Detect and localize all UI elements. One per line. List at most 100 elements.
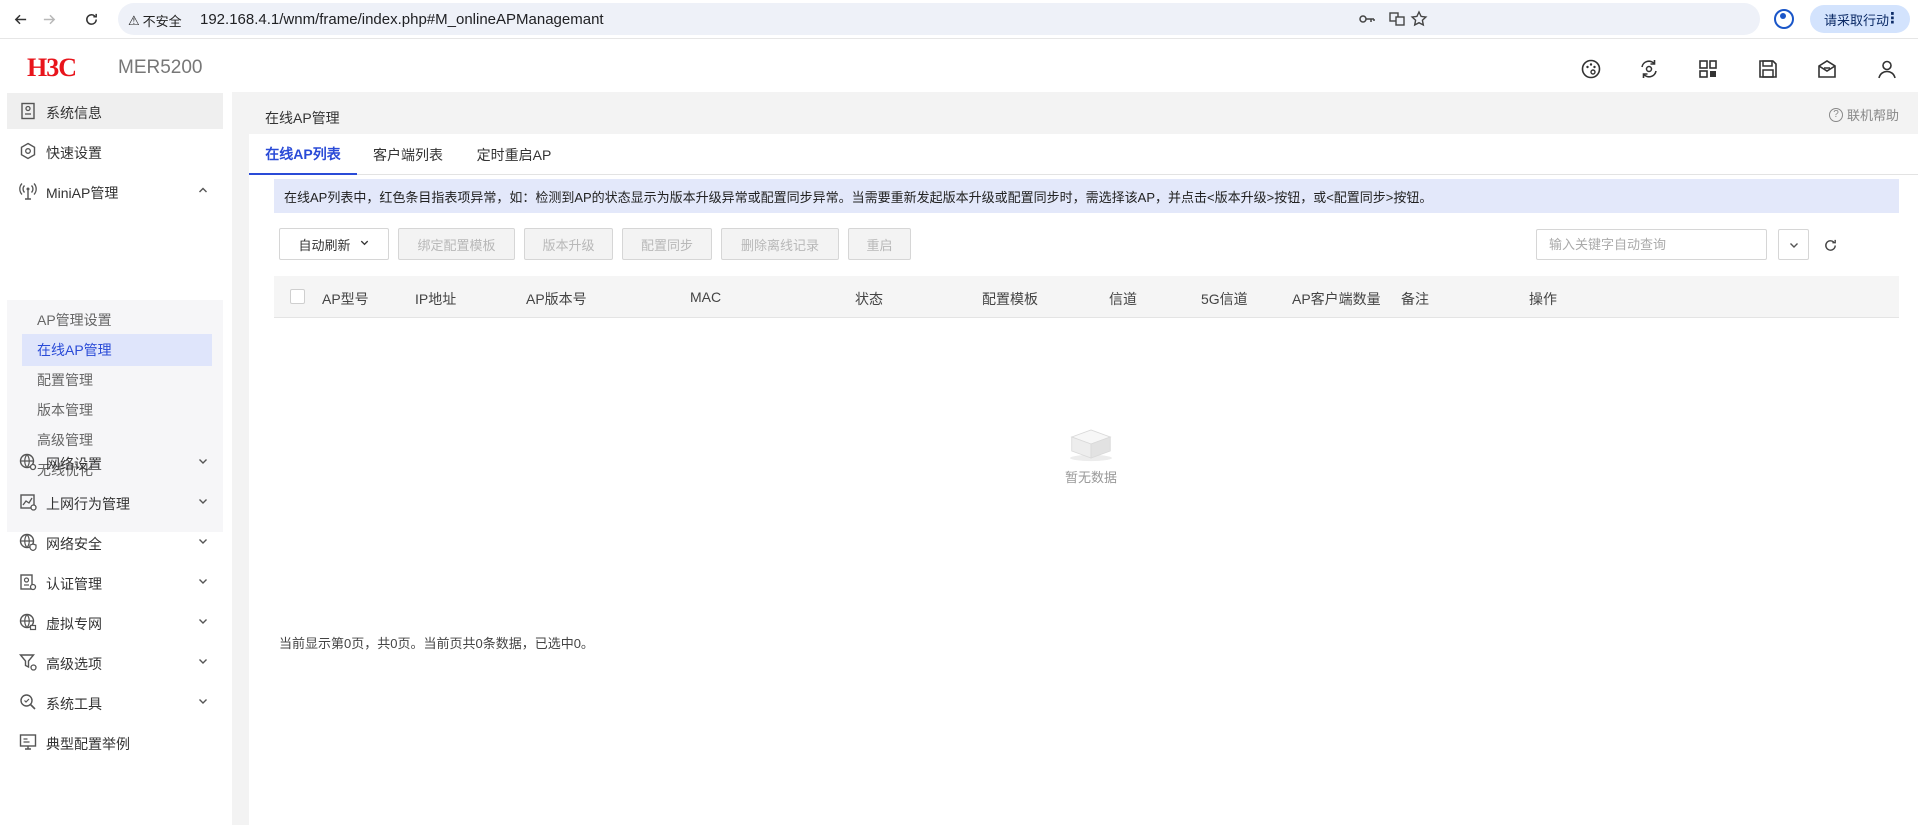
device-model: MER5200 xyxy=(118,57,203,78)
filter-settings-icon xyxy=(19,653,37,671)
palette-icon[interactable] xyxy=(1580,58,1602,80)
sidebar-item-label: 快速设置 xyxy=(46,145,102,161)
tab-client-list[interactable]: 客户端列表 xyxy=(357,134,459,175)
app-header: H3C MER5200 xyxy=(0,38,1918,92)
sidebar-item-label: 网络设置 xyxy=(46,456,102,472)
globe-settings-icon xyxy=(19,453,37,471)
submenu-item-online-ap[interactable]: 在线AP管理 xyxy=(22,334,212,366)
save-icon[interactable] xyxy=(1757,58,1779,80)
security-indicator[interactable]: ⚠ 不安全 xyxy=(128,11,182,30)
translate-icon[interactable] xyxy=(1388,10,1406,28)
layout-grid-icon[interactable] xyxy=(1697,58,1719,80)
search-input[interactable] xyxy=(1536,229,1767,260)
sidebar-item-label: 虚拟专网 xyxy=(46,616,102,632)
sidebar-item-behavior-management[interactable]: 上网行为管理 xyxy=(7,484,223,520)
sidebar-menu: 系统信息 快速设置 MiniAP管理 AP管理设置 在线AP管理 配置管理 版本… xyxy=(0,92,230,825)
sidebar-item-quick-setup[interactable]: 快速设置 xyxy=(7,133,223,169)
chevron-up-icon xyxy=(197,183,209,195)
sidebar-item-advanced-options[interactable]: 高级选项 xyxy=(7,644,223,680)
behavior-chart-icon xyxy=(19,493,37,511)
auto-refresh-button[interactable]: 自动刷新 xyxy=(279,228,389,260)
delete-offline-records-button[interactable]: 删除离线记录 xyxy=(721,228,839,260)
notice-banner: 在线AP列表中，红色条目指表项异常，如：检测到AP的状态显示为版本升级异常或配置… xyxy=(274,179,1899,213)
security-label: 不安全 xyxy=(142,14,182,29)
forward-arrow-icon[interactable] xyxy=(38,8,60,30)
chevron-down-icon xyxy=(197,694,209,706)
column-header[interactable]: 信道 xyxy=(1109,289,1137,309)
globe-lock-icon xyxy=(19,613,37,631)
sidebar-item-label: MiniAP管理 xyxy=(46,185,119,201)
sidebar-item-label: 高级选项 xyxy=(46,656,102,672)
sidebar-item-label: 上网行为管理 xyxy=(46,496,130,512)
sidebar-item-system-info[interactable]: 系统信息 xyxy=(7,93,223,129)
column-header[interactable]: 5G信道 xyxy=(1201,289,1248,309)
column-header[interactable]: AP客户端数量 xyxy=(1292,289,1381,309)
config-sync-button[interactable]: 配置同步 xyxy=(622,228,712,260)
url-text[interactable]: 192.168.4.1/wnm/frame/index.php#M_online… xyxy=(200,11,604,28)
online-help-link[interactable]: ? 联机帮助 xyxy=(1829,105,1899,124)
message-box-icon[interactable] xyxy=(1816,58,1838,80)
refresh-icon[interactable] xyxy=(1823,238,1838,253)
restart-button[interactable]: 重启 xyxy=(848,228,911,260)
column-header[interactable]: AP版本号 xyxy=(526,289,587,309)
help-icon: ? xyxy=(1829,107,1843,122)
sidebar-item-vpn[interactable]: 虚拟专网 xyxy=(7,604,223,640)
chevron-down-icon xyxy=(359,237,370,251)
column-header[interactable]: 备注 xyxy=(1401,289,1429,309)
chevron-down-icon xyxy=(197,654,209,666)
tab-scheduled-restart-ap[interactable]: 定时重启AP xyxy=(459,134,569,175)
profile-icon[interactable] xyxy=(1774,9,1794,29)
page-title: 在线AP管理 xyxy=(265,110,340,126)
more-vert-icon[interactable]: ⋮ xyxy=(1885,9,1900,27)
sidebar-item-label: 认证管理 xyxy=(46,576,102,592)
submenu-item-config-management[interactable]: 配置管理 xyxy=(22,364,212,396)
column-header[interactable]: 配置模板 xyxy=(982,289,1038,309)
sidebar-item-network-security[interactable]: 网络安全 xyxy=(7,524,223,560)
tab-online-ap-list[interactable]: 在线AP列表 xyxy=(249,134,357,175)
column-header[interactable]: IP地址 xyxy=(415,289,456,309)
empty-box-icon xyxy=(1070,429,1112,462)
address-bar[interactable]: ⚠ 不安全 192.168.4.1/wnm/frame/index.php#M_… xyxy=(118,3,1760,35)
document-info-icon xyxy=(19,102,37,120)
online-help-label: 联机帮助 xyxy=(1847,108,1900,123)
reload-icon[interactable] xyxy=(80,8,102,30)
sidebar-item-system-tools[interactable]: 系统工具 xyxy=(7,684,223,720)
chevron-down-icon xyxy=(197,454,209,466)
sync-settings-icon[interactable] xyxy=(1638,58,1660,80)
search-dropdown-button[interactable] xyxy=(1778,229,1809,260)
bind-template-button[interactable]: 绑定配置模板 xyxy=(398,228,515,260)
user-icon[interactable] xyxy=(1876,58,1898,80)
sidebar-item-label: 系统信息 xyxy=(46,105,102,121)
column-header[interactable]: 操作 xyxy=(1529,289,1557,309)
empty-state: 暂无数据 xyxy=(1056,426,1126,486)
sidebar-item-label: 网络安全 xyxy=(46,536,102,552)
sidebar-item-miniap[interactable]: MiniAP管理 xyxy=(7,173,223,209)
empty-state-text: 暂无数据 xyxy=(1064,470,1117,485)
tab-bar: 在线AP列表 客户端列表 定时重启AP xyxy=(249,134,1918,175)
take-action-button[interactable]: 请采取行动 ⋮ xyxy=(1810,5,1910,33)
sidebar-item-auth-management[interactable]: 认证管理 xyxy=(7,564,223,600)
bookmark-star-icon[interactable] xyxy=(1410,10,1428,28)
column-header[interactable]: MAC xyxy=(690,289,721,305)
chevron-down-icon xyxy=(197,494,209,506)
hexagon-settings-icon xyxy=(19,142,37,160)
chevron-down-icon xyxy=(197,574,209,586)
submenu-item-ap-settings[interactable]: AP管理设置 xyxy=(22,304,212,336)
warning-icon: ⚠ xyxy=(128,12,140,28)
version-upgrade-button[interactable]: 版本升级 xyxy=(524,228,613,260)
sidebar-item-typical-config[interactable]: 典型配置举例 xyxy=(7,724,223,760)
column-header[interactable]: AP型号 xyxy=(322,289,369,309)
back-arrow-icon[interactable] xyxy=(9,8,31,30)
column-header[interactable]: 状态 xyxy=(855,289,883,309)
chevron-down-icon xyxy=(197,614,209,626)
select-all-checkbox[interactable] xyxy=(290,289,305,304)
tools-search-icon xyxy=(19,693,37,711)
submenu-item-version-management[interactable]: 版本管理 xyxy=(22,394,212,426)
password-key-icon[interactable] xyxy=(1358,10,1376,28)
sidebar-item-label: 系统工具 xyxy=(46,696,102,712)
table-header: AP型号 IP地址 AP版本号 MAC 状态 配置模板 信道 5G信道 AP客户… xyxy=(274,276,1899,318)
sidebar-item-network-settings[interactable]: 网络设置 xyxy=(7,444,223,480)
globe-shield-icon xyxy=(19,533,37,552)
wireless-ap-icon xyxy=(19,182,37,200)
chevron-down-icon xyxy=(1789,242,1798,248)
